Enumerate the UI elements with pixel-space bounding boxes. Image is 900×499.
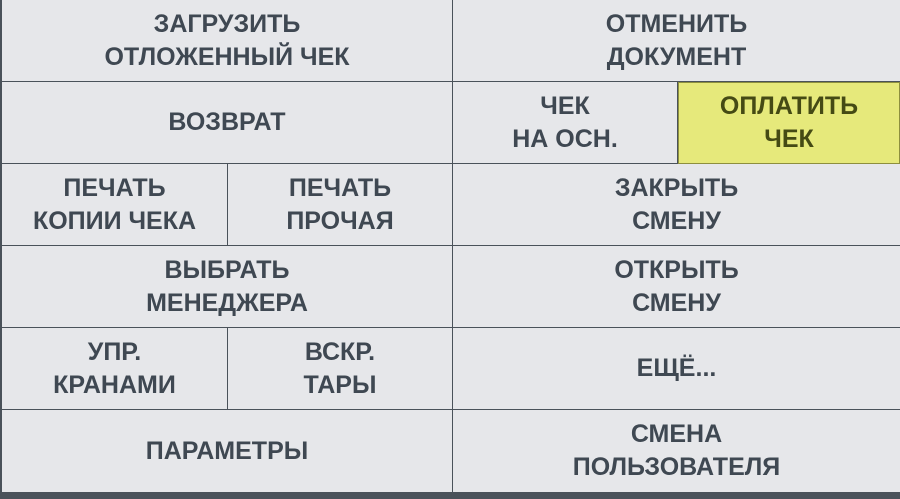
load-deferred-receipt-button[interactable]: ЗАГРУЗИТЬ ОТЛОЖЕННЫЙ ЧЕК	[2, 0, 453, 82]
cancel-document-label: ОТМЕНИТЬ ДОКУМЕНТ	[605, 9, 748, 71]
pay-receipt-button[interactable]: ОПЛАТИТЬ ЧЕК	[678, 82, 900, 164]
tap-control-button[interactable]: УПР. КРАНАМИ	[2, 328, 228, 410]
more-label: ЕЩЁ...	[636, 354, 717, 382]
cancel-document-button[interactable]: ОТМЕНИТЬ ДОКУМЕНТ	[453, 0, 900, 82]
tap-control-label: УПР. КРАНАМИ	[53, 337, 176, 399]
select-manager-label: ВЫБРАТЬ МЕНЕДЖЕРА	[146, 255, 308, 317]
open-container-label: ВСКР. ТАРЫ	[303, 337, 377, 399]
open-shift-label: ОТКРЫТЬ СМЕНУ	[614, 255, 739, 317]
print-receipt-copy-button[interactable]: ПЕЧАТЬ КОПИИ ЧЕКА	[2, 164, 228, 246]
print-other-label: ПЕЧАТЬ ПРОЧАЯ	[286, 173, 394, 235]
return-label: ВОЗВРАТ	[168, 108, 286, 136]
close-shift-button[interactable]: ЗАКРЫТЬ СМЕНУ	[453, 164, 900, 246]
bottom-bar	[0, 492, 900, 499]
change-user-label: СМЕНА ПОЛЬЗОВАТЕЛЯ	[572, 420, 781, 481]
pos-button-panel: ЗАГРУЗИТЬ ОТЛОЖЕННЫЙ ЧЕК ОТМЕНИТЬ ДОКУМЕ…	[0, 0, 900, 499]
receipt-based-button[interactable]: ЧЕК НА ОСН.	[453, 82, 678, 164]
close-shift-label: ЗАКРЫТЬ СМЕНУ	[614, 173, 739, 235]
select-manager-button[interactable]: ВЫБРАТЬ МЕНЕДЖЕРА	[2, 246, 453, 328]
more-button[interactable]: ЕЩЁ...	[453, 328, 900, 410]
return-button[interactable]: ВОЗВРАТ	[2, 82, 453, 164]
receipt-based-label: ЧЕК НА ОСН.	[512, 91, 618, 153]
parameters-label: ПАРАМЕТРЫ	[145, 436, 309, 465]
print-other-button[interactable]: ПЕЧАТЬ ПРОЧАЯ	[228, 164, 453, 246]
print-receipt-copy-label: ПЕЧАТЬ КОПИИ ЧЕКА	[32, 173, 197, 235]
pay-receipt-label: ОПЛАТИТЬ ЧЕК	[719, 92, 859, 153]
open-container-button[interactable]: ВСКР. ТАРЫ	[228, 328, 453, 410]
open-shift-button[interactable]: ОТКРЫТЬ СМЕНУ	[453, 246, 900, 328]
change-user-button[interactable]: СМЕНА ПОЛЬЗОВАТЕЛЯ	[453, 410, 900, 492]
parameters-button[interactable]: ПАРАМЕТРЫ	[2, 410, 453, 492]
load-deferred-receipt-label: ЗАГРУЗИТЬ ОТЛОЖЕННЫЙ ЧЕК	[104, 9, 350, 71]
